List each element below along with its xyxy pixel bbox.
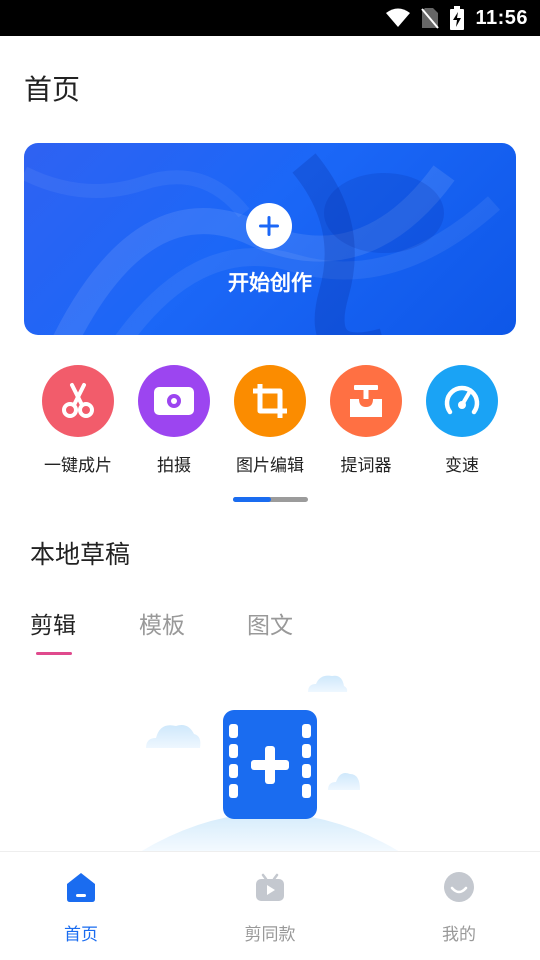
tool-teleprompter[interactable]: 提词器 [318,365,414,476]
status-icons: 11:56 [385,0,528,36]
active-tab-indicator [36,652,72,655]
start-creating-label: 开始创作 [228,271,312,295]
tool-label: 变速 [445,456,479,476]
template-video-icon [256,873,284,901]
nav-label: 剪同款 [244,925,296,945]
nav-profile[interactable]: 我的 [404,870,514,945]
tool-camera[interactable]: 拍摄 [126,365,222,476]
status-bar: 11:56 [0,0,540,36]
cloud-icon [328,773,360,790]
start-creating-button[interactable]: 开始创作 [24,143,516,335]
tab-template[interactable]: 模板 [139,606,185,640]
shortcut-page-indicator [233,497,308,502]
cloud-icon [308,675,348,692]
scissors-icon [42,365,114,437]
tool-label: 提词器 [340,456,392,476]
tab-image-text[interactable]: 图文 [247,606,293,640]
nav-home[interactable]: 首页 [26,870,136,945]
page-indicator-active [233,497,271,502]
wifi-icon [386,8,411,27]
home-icon [67,873,95,902]
tool-speed[interactable]: 变速 [414,365,510,476]
teleprompter-icon [330,365,402,437]
nav-label: 首页 [64,925,98,945]
video-add-icon [223,710,317,819]
page-title: 首页 [24,73,81,106]
tab-edit[interactable]: 剪辑 [30,606,76,640]
no-sim-icon [421,8,440,29]
nav-templates[interactable]: 剪同款 [215,870,325,945]
tool-label: 一键成片 [44,456,112,476]
nav-label: 我的 [442,925,476,945]
camera-icon [138,365,210,437]
bottom-navigation: 首页 剪同款 我的 [0,851,540,960]
status-time: 11:56 [475,6,528,29]
profile-icon [444,872,474,902]
crop-icon [234,365,306,437]
drafts-title: 本地草稿 [30,540,131,569]
cloud-icon [146,725,201,748]
tool-label: 拍摄 [157,456,191,476]
draft-tabs: 剪辑 模板 图文 [30,606,430,662]
plus-icon [246,203,292,249]
tool-label: 图片编辑 [236,456,304,476]
speedometer-icon [426,365,498,437]
empty-drafts-illustration [140,675,400,852]
tool-one-click-video[interactable]: 一键成片 [30,365,126,476]
battery-charging-icon [450,6,465,30]
tool-shortcuts: 一键成片 拍摄 图片编辑 提词器 变速 [30,365,510,477]
tool-image-edit[interactable]: 图片编辑 [222,365,318,476]
